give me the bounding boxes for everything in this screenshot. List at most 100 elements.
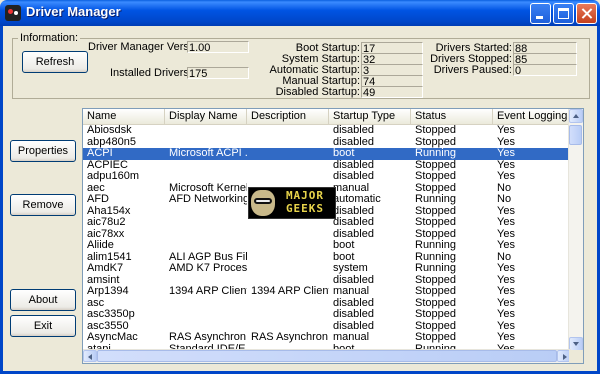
cell-event-logging: No xyxy=(497,182,512,194)
table-row[interactable]: aic78xx disabled Stopped Yes xyxy=(83,229,571,241)
window-title: Driver Manager xyxy=(26,4,121,19)
cell-description: RAS Asynchron... xyxy=(251,332,329,343)
cell-status: Stopped xyxy=(415,205,456,217)
cell-name: asc xyxy=(87,297,105,309)
cell-event-logging: Yes xyxy=(497,332,515,343)
properties-button[interactable]: Properties xyxy=(10,140,76,162)
table-row[interactable]: ACPI Microsoft ACPI ... boot Running Yes xyxy=(83,148,571,160)
table-row[interactable]: adpu160m disabled Stopped Yes xyxy=(83,171,571,183)
table-row[interactable]: alim1541 ALI AGP Bus Filter boot Running No xyxy=(83,252,571,264)
cell-status: Stopped xyxy=(415,171,456,182)
version-value: 1.00 xyxy=(187,41,249,54)
cell-startup-type: disabled xyxy=(333,320,374,332)
cell-status: Stopped xyxy=(415,217,456,228)
table-row[interactable]: Aliide boot Running Yes xyxy=(83,240,571,252)
table-row[interactable]: Abiosdsk disabled Stopped Yes xyxy=(83,125,571,137)
cell-status: Stopped xyxy=(415,309,456,320)
cell-event-logging: Yes xyxy=(497,125,515,136)
cell-display-name: RAS Asynchron... xyxy=(169,332,247,343)
cell-status: Stopped xyxy=(415,159,456,171)
vertical-scroll-thumb[interactable] xyxy=(569,125,582,145)
horizontal-scrollbar[interactable] xyxy=(83,349,571,363)
cell-event-logging: No xyxy=(497,251,512,263)
table-row[interactable]: asc3350p disabled Stopped Yes xyxy=(83,309,571,321)
cell-status: Stopped xyxy=(415,228,456,240)
table-row[interactable]: AmdK7 AMD K7 Proces... system Running Yes xyxy=(83,263,571,275)
cell-startup-type: disabled xyxy=(333,136,374,148)
cell-name: aic78u2 xyxy=(87,217,126,228)
close-button[interactable] xyxy=(576,3,597,24)
cell-startup-type: disabled xyxy=(333,125,374,136)
table-row[interactable]: asc3550 disabled Stopped Yes xyxy=(83,321,571,333)
exit-button[interactable]: Exit xyxy=(10,315,76,337)
column-header-name[interactable]: Name xyxy=(83,109,165,124)
cell-event-logging: Yes xyxy=(497,240,515,251)
driver-list[interactable]: Name Display Name Description Startup Ty… xyxy=(82,108,584,364)
column-header-event-logging[interactable]: Event Logging xyxy=(493,109,573,124)
cell-status: Stopped xyxy=(415,320,456,332)
cell-name: AmdK7 xyxy=(87,263,124,274)
cell-event-logging: Yes xyxy=(497,320,515,332)
cell-name: aec xyxy=(87,182,105,194)
cell-startup-type: disabled xyxy=(333,171,374,182)
cell-event-logging: Yes xyxy=(497,136,515,148)
cell-event-logging: Yes xyxy=(497,217,515,228)
table-row[interactable]: AsyncMac RAS Asynchron... RAS Asynchron...… xyxy=(83,332,571,344)
column-header-display-name[interactable]: Display Name xyxy=(165,109,247,124)
column-header-description[interactable]: Description xyxy=(247,109,329,124)
chevron-left-icon xyxy=(88,354,92,360)
cell-startup-type: boot xyxy=(333,251,355,263)
remove-button[interactable]: Remove xyxy=(10,194,76,216)
column-header-status[interactable]: Status xyxy=(411,109,493,124)
scroll-up-button[interactable] xyxy=(569,109,583,123)
cell-display-name: Microsoft ACPI ... xyxy=(169,148,247,159)
cell-event-logging: Yes xyxy=(497,205,515,217)
cell-display-name: AMD K7 Proces... xyxy=(169,263,247,274)
about-button[interactable]: About xyxy=(10,289,76,311)
cell-status: Running xyxy=(415,240,456,251)
chevron-down-icon xyxy=(573,342,579,346)
cell-event-logging: Yes xyxy=(497,309,515,320)
horizontal-scroll-thumb[interactable] xyxy=(97,350,557,362)
table-row[interactable]: ACPIEC disabled Stopped Yes xyxy=(83,160,571,172)
cell-status: Stopped xyxy=(415,125,456,136)
minimize-button[interactable] xyxy=(530,3,551,24)
title-bar[interactable]: Driver Manager xyxy=(0,0,600,26)
table-row[interactable]: abp480n5 disabled Stopped Yes xyxy=(83,137,571,149)
cell-startup-type: disabled xyxy=(333,274,374,286)
cell-name: AsyncMac xyxy=(87,332,138,343)
cell-name: adpu160m xyxy=(87,171,139,182)
cell-name: ACPI xyxy=(87,148,113,159)
maximize-button[interactable] xyxy=(553,3,574,24)
vertical-scrollbar[interactable] xyxy=(568,109,583,351)
cell-startup-type: boot xyxy=(333,148,355,159)
cell-name: Arp1394 xyxy=(87,286,129,297)
cell-startup-type: disabled xyxy=(333,228,374,240)
cell-status: Running xyxy=(415,251,456,263)
cell-name: Aliide xyxy=(87,240,114,251)
cell-event-logging: Yes xyxy=(497,274,515,286)
cell-event-logging: Yes xyxy=(497,297,515,309)
cell-name: AFD xyxy=(87,194,109,205)
refresh-button[interactable]: Refresh xyxy=(22,51,88,73)
table-row[interactable]: Arp1394 1394 ARP Client... 1394 ARP Client… xyxy=(83,286,571,298)
cell-event-logging: Yes xyxy=(497,171,515,182)
table-row[interactable]: asc disabled Stopped Yes xyxy=(83,298,571,310)
scroll-left-button[interactable] xyxy=(83,350,97,362)
column-header-startup-type[interactable]: Startup Type xyxy=(329,109,411,124)
scroll-down-button[interactable] xyxy=(569,337,583,351)
cell-status: Stopped xyxy=(415,136,456,148)
cell-name: ACPIEC xyxy=(87,159,128,171)
cell-startup-type: manual xyxy=(333,286,370,297)
disabled-startup-value: 49 xyxy=(361,86,423,99)
cell-status: Running xyxy=(415,263,456,274)
cell-event-logging: Yes xyxy=(497,228,515,240)
cell-startup-type: manual xyxy=(333,182,370,194)
information-legend: Information: xyxy=(18,32,81,44)
cell-name: abp480n5 xyxy=(87,136,136,148)
list-header: Name Display Name Description Startup Ty… xyxy=(83,109,573,125)
cell-startup-type: boot xyxy=(333,240,355,251)
cell-name: asc3350p xyxy=(87,309,135,320)
table-row[interactable]: amsint disabled Stopped Yes xyxy=(83,275,571,287)
cell-name: Aha154x xyxy=(87,205,131,217)
